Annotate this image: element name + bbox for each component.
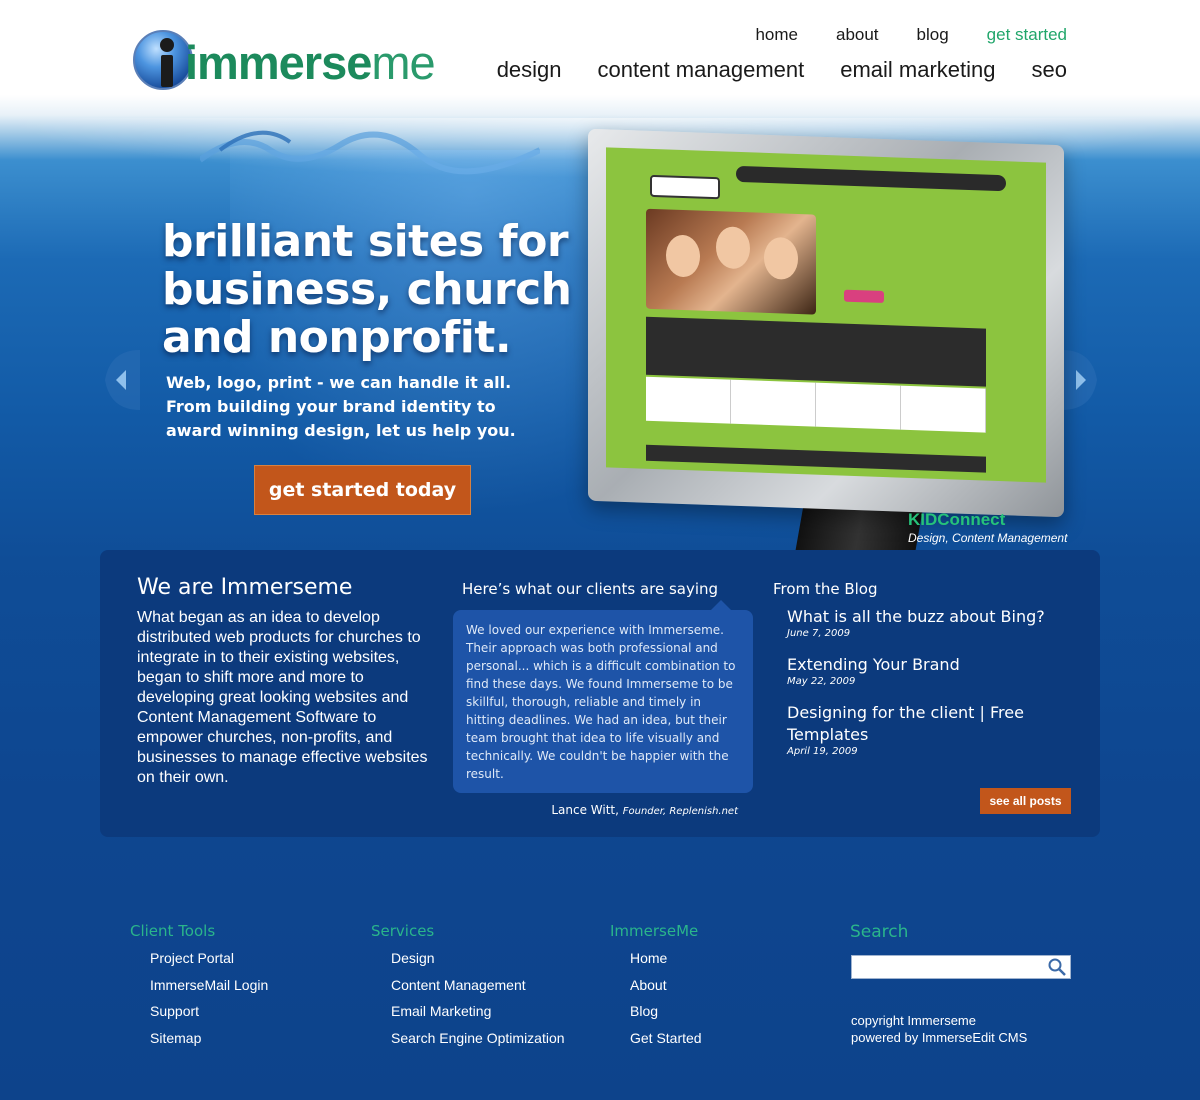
search-heading: Search — [850, 922, 909, 942]
blog-post: What is all the buzz about Bing? June 7,… — [787, 606, 1073, 639]
footer-link-content-management[interactable]: Content Management — [391, 975, 565, 1002]
blog-post-link[interactable]: Extending Your Brand — [787, 654, 1073, 676]
showcase-client: KIDConnect — [908, 510, 1006, 529]
logo-globe — [133, 30, 193, 90]
showcase-screenshot — [606, 147, 1046, 483]
get-started-button[interactable]: get started today — [254, 465, 471, 515]
blog-post: Designing for the client | Free Template… — [787, 702, 1073, 757]
testimonial-author: Lance Witt, Founder, Replenish.net — [551, 803, 738, 817]
footer-immerseme: ImmerseMe Home About Blog Get Started — [610, 922, 702, 1054]
about-body: What began as an idea to develop distrib… — [137, 609, 428, 786]
footer-link-blog[interactable]: Blog — [630, 1001, 702, 1028]
slider-next-arrow-icon[interactable] — [1062, 350, 1102, 410]
about-title: We are Immerseme — [137, 575, 353, 600]
hero-subtitle: Web, logo, print - we can handle it all.… — [166, 373, 516, 440]
search-box — [851, 955, 1071, 979]
testimonial-role: Founder, Replenish.net — [622, 806, 738, 817]
blog-post-date: June 7, 2009 — [787, 628, 851, 639]
testimonial-title: Here’s what our clients are saying — [462, 580, 719, 598]
nav-email-marketing[interactable]: email marketing — [840, 57, 995, 83]
page: immerseme home about blog get started de… — [0, 0, 1200, 1100]
footer-link-design[interactable]: Design — [391, 948, 565, 975]
blog-list: What is all the buzz about Bing? June 7,… — [773, 606, 1073, 757]
blog-post-link[interactable]: Designing for the client | Free Template… — [787, 702, 1073, 746]
nav-about[interactable]: about — [836, 25, 879, 45]
showcase-services: Design, Content Management — [908, 531, 1068, 545]
nav-get-started[interactable]: get started — [987, 25, 1067, 45]
nav-home[interactable]: home — [755, 25, 798, 45]
see-all-posts-button[interactable]: see all posts — [980, 788, 1071, 814]
footer-services: Services Design Content Management Email… — [371, 922, 565, 1054]
footer-heading: Client Tools — [130, 922, 216, 940]
blog-title: From the Blog — [773, 580, 878, 598]
showcase-monitor[interactable] — [588, 128, 1064, 518]
blog-post-date: April 19, 2009 — [787, 746, 858, 757]
footer-link-project-portal[interactable]: Project Portal — [150, 948, 268, 975]
magnifier-icon[interactable] — [1047, 957, 1067, 977]
blog-section: From the Blog What is all the buzz about… — [773, 580, 1073, 772]
copyright: copyright Immerseme powered by ImmerseEd… — [851, 1012, 1027, 1046]
footer-link-about[interactable]: About — [630, 975, 702, 1002]
slider-prev-arrow-icon[interactable] — [100, 350, 140, 410]
nav-seo[interactable]: seo — [1032, 57, 1067, 83]
logo-wordmark: immerseme — [185, 36, 436, 89]
showcase-caption: KIDConnect Design, Content Management — [908, 510, 1067, 545]
footer-link-support[interactable]: Support — [150, 1001, 268, 1028]
footer-heading: ImmerseMe — [610, 922, 699, 940]
footer-link-email-marketing[interactable]: Email Marketing — [391, 1001, 565, 1028]
footer-client-tools: Client Tools Project Portal ImmerseMail … — [130, 922, 268, 1054]
footer-link-home[interactable]: Home — [630, 948, 702, 975]
blog-post-link[interactable]: What is all the buzz about Bing? — [787, 606, 1073, 628]
blog-post-date: May 22, 2009 — [787, 676, 856, 687]
footer-link-seo[interactable]: Search Engine Optimization — [391, 1028, 565, 1055]
footer-link-get-started[interactable]: Get Started — [630, 1028, 702, 1055]
about-section: We are Immerseme What began as an idea t… — [137, 575, 437, 788]
testimonial-quote: We loved our experience with Immerseme. … — [453, 600, 753, 793]
main-nav: design content management email marketin… — [461, 57, 1067, 83]
footer-link-sitemap[interactable]: Sitemap — [150, 1028, 268, 1055]
search-input[interactable] — [852, 956, 1042, 978]
powered-by-text: powered by ImmerseEdit CMS — [851, 1030, 1028, 1045]
nav-content-management[interactable]: content management — [598, 57, 805, 83]
blog-post: Extending Your Brand May 22, 2009 — [787, 654, 1073, 687]
nav-blog[interactable]: blog — [917, 25, 949, 45]
copyright-text: copyright Immerseme — [851, 1013, 976, 1028]
footer-heading: Services — [371, 922, 435, 940]
footer-link-immersemail-login[interactable]: ImmerseMail Login — [150, 975, 268, 1002]
top-nav: home about blog get started — [717, 25, 1067, 45]
nav-design[interactable]: design — [497, 57, 562, 83]
testimonial-section: Here’s what our clients are saying We lo… — [453, 580, 753, 817]
logo[interactable]: immerseme — [133, 30, 436, 92]
hero-title: brilliant sites for business, church and… — [162, 216, 572, 363]
